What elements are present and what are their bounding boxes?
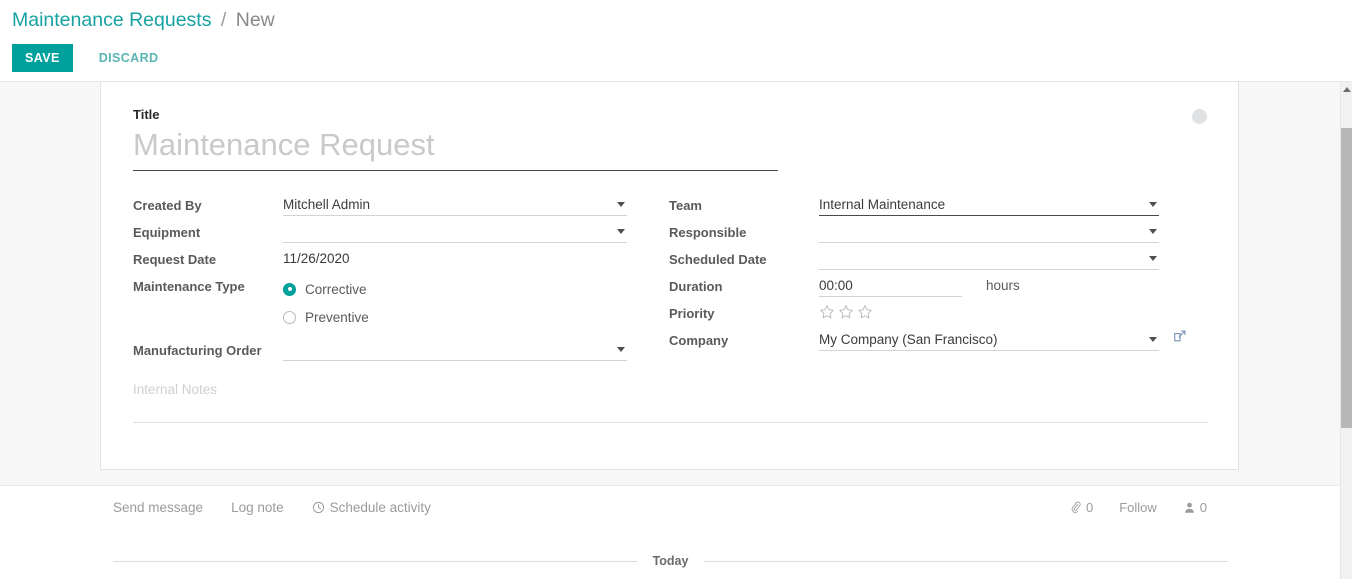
responsible-input[interactable] [819, 221, 1159, 243]
field-duration: Duration 00:00 hours [669, 275, 1194, 302]
field-maintenance-type: Maintenance Type Corrective Preventive [133, 275, 658, 331]
thread-date-separator: Today [113, 554, 1229, 568]
team-input[interactable]: Internal Maintenance [819, 194, 1159, 216]
star-outline-icon[interactable] [819, 304, 835, 320]
label-maintenance-type: Maintenance Type [133, 279, 245, 294]
radio-preventive-label: Preventive [305, 309, 369, 325]
duration-unit-label: hours [986, 278, 1020, 293]
radio-option-corrective[interactable]: Corrective [283, 275, 658, 303]
radio-corrective-icon[interactable] [283, 282, 296, 296]
field-priority: Priority [669, 302, 1194, 329]
duration-value: 00:00 [819, 278, 853, 293]
label-priority: Priority [669, 306, 715, 321]
star-outline-icon[interactable] [838, 304, 854, 320]
label-team: Team [669, 198, 702, 213]
field-scheduled-date: Scheduled Date [669, 248, 1194, 275]
company-input[interactable]: My Company (San Francisco) [819, 329, 1159, 351]
breadcrumb-separator: / [220, 9, 227, 31]
field-manufacturing-order: Manufacturing Order [133, 339, 658, 366]
request-date-value[interactable]: 11/26/2020 [283, 248, 658, 270]
equipment-input[interactable] [283, 221, 627, 243]
save-button[interactable]: SAVE [12, 44, 73, 72]
created-by-input[interactable]: Mitchell Admin [283, 194, 627, 216]
label-created-by: Created By [133, 198, 202, 213]
title-input[interactable] [133, 126, 778, 171]
label-manufacturing-order: Manufacturing Order [133, 343, 262, 358]
today-label: Today [652, 554, 689, 568]
paperclip-icon [1071, 501, 1081, 513]
internal-notes-underline [133, 422, 1208, 423]
priority-stars[interactable] [819, 302, 1194, 320]
chevron-down-icon[interactable] [617, 347, 625, 352]
form-view-background: Title Created By Mitchell Admin Equipmen… [0, 82, 1340, 485]
chevron-down-icon[interactable] [617, 202, 625, 207]
duration-input[interactable]: 00:00 [819, 275, 962, 297]
manufacturing-order-input[interactable] [283, 339, 627, 361]
internal-notes-input[interactable]: Internal Notes [133, 382, 1208, 422]
chatter-meta: 0 Follow 0 [1043, 500, 1207, 515]
star-outline-icon[interactable] [857, 304, 873, 320]
follow-button[interactable]: Follow [1119, 500, 1157, 515]
form-column-left: Created By Mitchell Admin Equipment Requ… [133, 194, 658, 366]
chevron-down-icon[interactable] [1149, 256, 1157, 261]
avatar-placeholder-icon [1192, 109, 1207, 124]
separator-line-right [704, 560, 1229, 562]
label-duration: Duration [669, 279, 723, 294]
field-team: Team Internal Maintenance [669, 194, 1194, 221]
label-equipment: Equipment [133, 225, 201, 240]
chatter-toolbar: Send message Log note Schedule activity … [0, 486, 1340, 534]
send-message-button[interactable]: Send message [113, 500, 203, 515]
label-company: Company [669, 333, 729, 348]
followers-count: 0 [1199, 500, 1207, 515]
radio-corrective-label: Corrective [305, 281, 367, 297]
chevron-down-icon[interactable] [617, 229, 625, 234]
internal-notes-group: Internal Notes [133, 382, 1208, 423]
form-column-right: Team Internal Maintenance Responsible Sc… [669, 194, 1194, 356]
label-scheduled-date: Scheduled Date [669, 252, 767, 267]
clock-icon [312, 501, 324, 514]
field-created-by: Created By Mitchell Admin [133, 194, 658, 221]
vertical-scrollbar[interactable] [1340, 82, 1352, 579]
chevron-down-icon[interactable] [1149, 229, 1157, 234]
followers-count-button[interactable]: 0 [1183, 500, 1207, 515]
scrollbar-thumb[interactable] [1341, 128, 1352, 428]
separator-line-left [113, 560, 637, 562]
radio-option-preventive[interactable]: Preventive [283, 303, 658, 331]
chevron-down-icon[interactable] [1149, 337, 1157, 342]
form-action-buttons: SAVE DISCARD [12, 44, 164, 72]
field-request-date: Request Date 11/26/2020 [133, 248, 658, 275]
breadcrumb-root-link[interactable]: Maintenance Requests [12, 9, 211, 31]
team-value: Internal Maintenance [819, 197, 946, 212]
title-field-group: Title [133, 107, 778, 171]
chatter-panel: Send message Log note Schedule activity … [0, 485, 1340, 579]
label-responsible: Responsible [669, 225, 747, 240]
attachment-count-button[interactable]: 0 [1069, 500, 1093, 515]
control-panel: Maintenance Requests / New SAVE DISCARD [0, 0, 1352, 82]
schedule-activity-label: Schedule activity [329, 500, 431, 515]
user-icon [1184, 502, 1194, 513]
created-by-value: Mitchell Admin [283, 197, 371, 212]
field-responsible: Responsible [669, 221, 1194, 248]
external-link-icon[interactable] [1173, 329, 1187, 343]
log-note-button[interactable]: Log note [231, 500, 284, 515]
schedule-activity-button[interactable]: Schedule activity [312, 500, 431, 515]
attachment-count: 0 [1085, 500, 1094, 515]
chevron-down-icon[interactable] [1149, 202, 1157, 207]
breadcrumb-current: New [235, 9, 275, 31]
scroll-up-arrow-icon[interactable] [1343, 87, 1351, 92]
radio-preventive-icon[interactable] [283, 310, 296, 324]
chatter-actions: Send message Log note Schedule activity [113, 500, 431, 515]
title-label: Title [133, 107, 160, 122]
field-company: Company My Company (San Francisco) [669, 329, 1194, 356]
scheduled-date-input[interactable] [819, 248, 1159, 270]
label-request-date: Request Date [133, 252, 217, 267]
form-sheet: Title Created By Mitchell Admin Equipmen… [100, 82, 1239, 470]
field-equipment: Equipment [133, 221, 658, 248]
discard-button[interactable]: DISCARD [93, 44, 165, 72]
company-value: My Company (San Francisco) [819, 332, 998, 347]
breadcrumb: Maintenance Requests / New [12, 8, 275, 32]
